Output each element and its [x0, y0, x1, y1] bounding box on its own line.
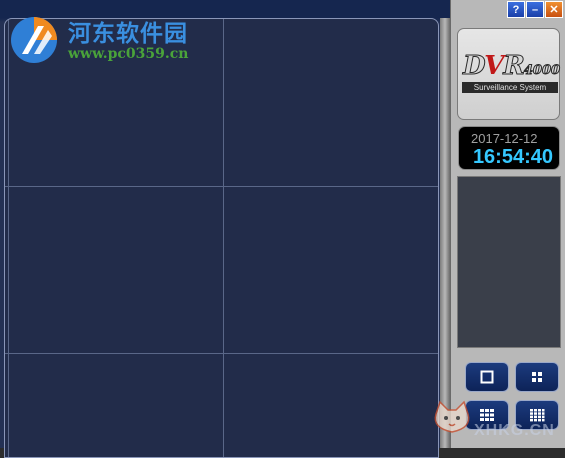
- panel-divider-bar: [440, 18, 450, 448]
- watermark: 河东软件园 www.pc0359.cn: [4, 12, 214, 68]
- logo-brand: DVR4000: [462, 51, 561, 82]
- status-panel: [457, 176, 561, 348]
- logo-letter: R: [503, 51, 526, 82]
- single-view-button[interactable]: [465, 362, 509, 392]
- video-grid-frame: [4, 18, 439, 458]
- watermark-url: www.pc0359.cn: [68, 46, 189, 62]
- logo-letter: V: [484, 51, 504, 81]
- control-panel: ? – ✕ DVR4000 Surveillance System 2017-1…: [450, 0, 565, 448]
- clock-date: 2017-12-12: [471, 131, 538, 146]
- product-logo: DVR4000 Surveillance System: [457, 28, 561, 120]
- cat-mascot-icon: [434, 400, 470, 433]
- video-display-area: 河东软件园 www.pc0359.cn: [0, 0, 450, 458]
- watermark-logo-icon: [11, 17, 57, 63]
- logo-model: 4000: [523, 63, 561, 79]
- minimize-button[interactable]: –: [526, 1, 544, 18]
- grid-divider: [5, 186, 438, 187]
- logo-subtitle: Surveillance System: [462, 82, 558, 93]
- quad-grid-icon: [532, 372, 542, 382]
- quad-view-button[interactable]: [515, 362, 559, 392]
- grid-divider: [5, 353, 438, 354]
- logo-letter: D: [462, 51, 485, 82]
- watermark-title: 河东软件园: [68, 20, 188, 47]
- close-button[interactable]: ✕: [545, 1, 563, 18]
- clock-display: 2017-12-12 16:54:40: [458, 126, 560, 170]
- grid-divider: [223, 19, 224, 457]
- clock-time: 16:54:40: [472, 146, 553, 168]
- watermark-text: XHKG.CN: [474, 422, 555, 439]
- grid-divider: [8, 19, 9, 457]
- help-button[interactable]: ?: [507, 1, 525, 18]
- bottom-watermark: XHKG.CN: [430, 398, 565, 448]
- window-controls: ? – ✕: [507, 1, 563, 18]
- single-square-icon: [480, 370, 494, 384]
